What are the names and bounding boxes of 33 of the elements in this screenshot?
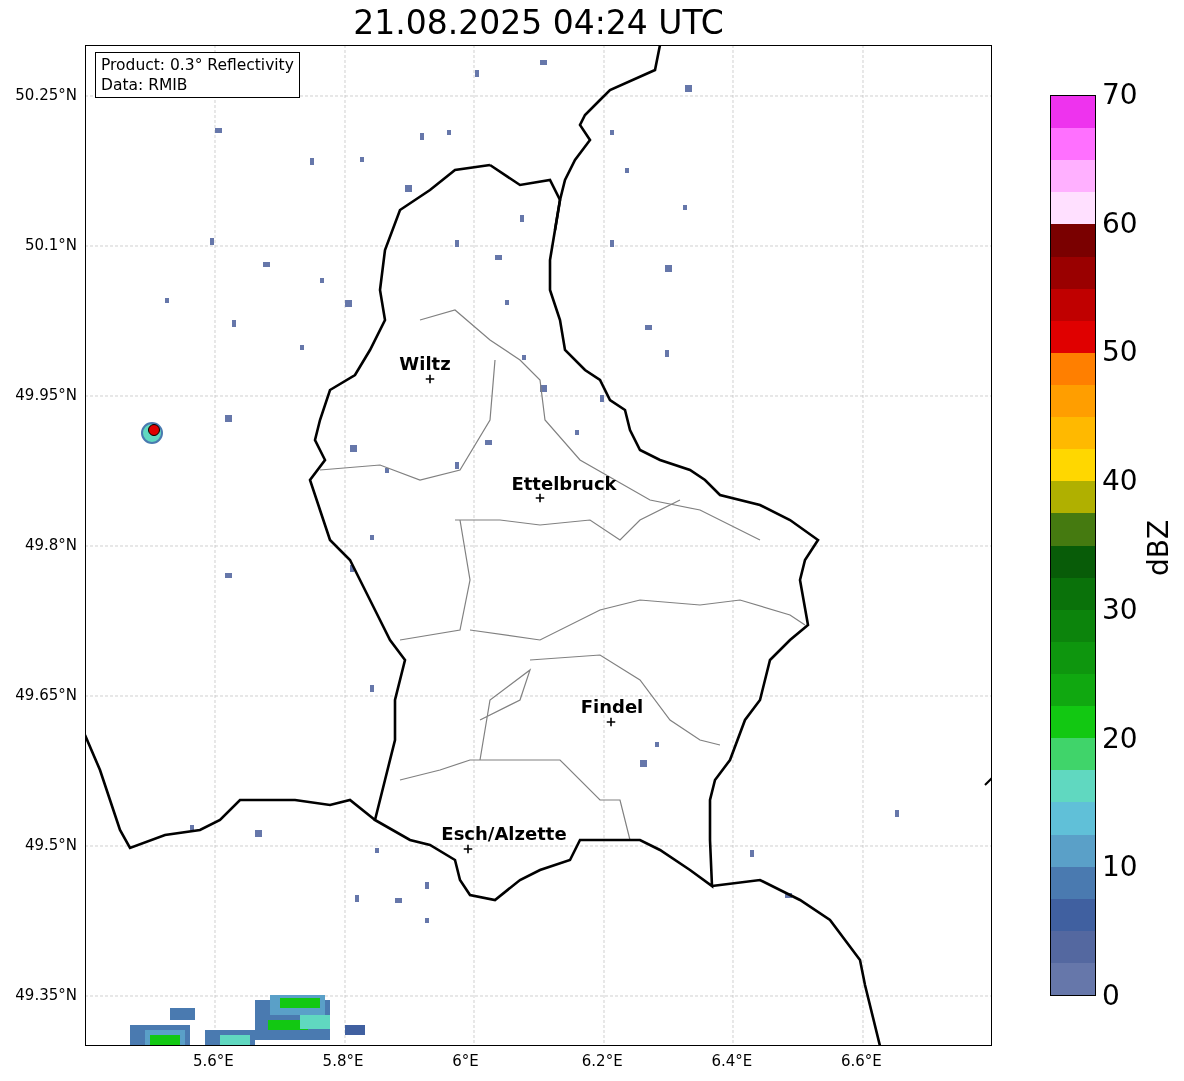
latitude-label: 49.65°N (15, 686, 77, 704)
longitude-label: 6.2°E (581, 1052, 623, 1070)
colorbar-tick-label: 40 (1102, 466, 1139, 497)
longitude-label: 5.6°E (193, 1052, 234, 1070)
info-text: Data: RMIB (101, 75, 189, 95)
latitude-label: 49.95°N (15, 386, 77, 404)
colorbar-tick-label: 50 (1102, 337, 1139, 368)
longitude-label: 5.8°E (322, 1052, 364, 1070)
longitude-label: 6°E (452, 1052, 479, 1070)
longitude-label: 6.6°E (841, 1052, 882, 1070)
colorbar-axis-label: dBZ (1141, 519, 1175, 577)
city-label: Ettelbruck (511, 472, 617, 494)
city-label: Findel (580, 695, 644, 717)
latitude-label: 49.35°N (15, 986, 77, 1004)
city-marker-icon (535, 493, 545, 503)
colorbar-tick-label: 60 (1102, 208, 1139, 239)
city-marker-icon (606, 717, 616, 727)
info-text: Product: 0.3° Reflectivity (101, 55, 294, 75)
city-marker-icon (463, 844, 473, 854)
latitude-label: 50.1°N (24, 236, 77, 254)
colorbar-tick-label: 0 (1102, 980, 1121, 1011)
city-marker-icon (425, 374, 435, 384)
latitude-label: 49.5°N (24, 836, 77, 854)
colorbar-tick-label: 10 (1102, 852, 1139, 883)
city-label: Esch/Alzette (441, 822, 567, 844)
latitude-label: 49.8°N (24, 536, 77, 554)
latitude-label: 50.25°N (15, 86, 77, 104)
colorbar-tick-label: 20 (1102, 723, 1139, 754)
chart-title: 21.08.2025 04:24 UTC (353, 3, 724, 42)
colorbar-tick-label: 30 (1102, 594, 1139, 625)
city-label: Wiltz (399, 352, 451, 374)
colorbar-tick-label: 70 (1102, 80, 1139, 110)
longitude-label: 6.4°E (711, 1052, 753, 1070)
